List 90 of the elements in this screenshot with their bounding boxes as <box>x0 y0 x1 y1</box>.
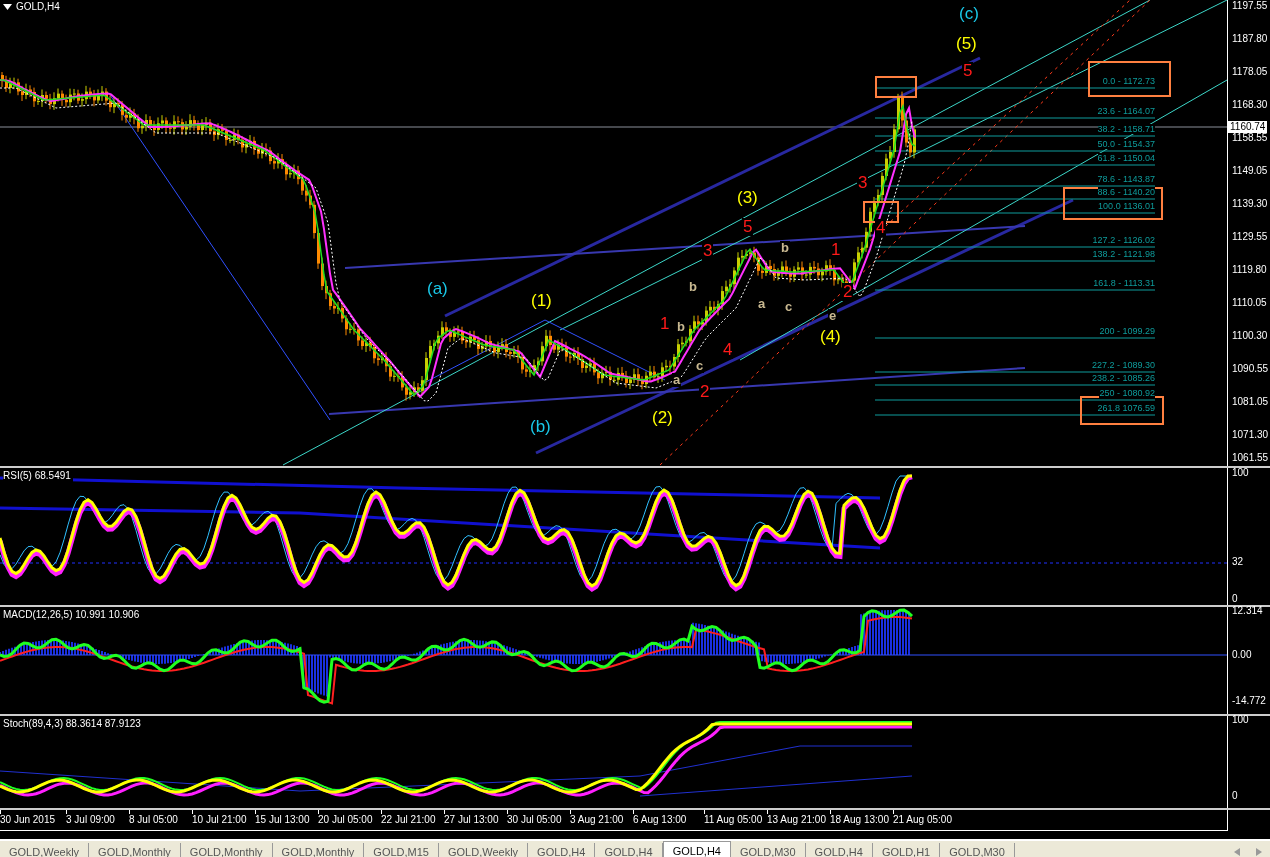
wave-label: 2 <box>842 283 854 301</box>
wave-label: (3) <box>736 189 759 207</box>
wave-label: 4 <box>722 341 734 359</box>
time-axis-label: 30 Jun 2015 <box>0 814 56 826</box>
chart-tab[interactable]: GOLD,H4 <box>595 843 663 857</box>
wave-label: 3 <box>702 242 714 260</box>
fibonacci-level-label: 88.6 - 1140.20 <box>1097 187 1155 197</box>
chart-tab[interactable]: GOLD,Weekly <box>0 843 90 857</box>
fibonacci-level-label: 0.0 - 1172.73 <box>1102 76 1155 86</box>
indicator-scale-label: 100 <box>1232 713 1249 726</box>
indicator-scale-label: 0 <box>1232 790 1238 803</box>
indicator-title: MACD(12,26,5) 10.991 10.906 <box>3 609 142 621</box>
indicator-title: Stoch(89,4,3) 88.3614 87.9123 <box>3 718 143 730</box>
wave-label: b <box>688 280 698 294</box>
fibonacci-level-label: 238.2 - 1085.26 <box>1091 373 1155 383</box>
price-axis-label: 1061.55 <box>1232 452 1269 464</box>
fibonacci-level-label: 23.6 - 1164.07 <box>1097 106 1155 116</box>
price-axis-label: 1071.30 <box>1232 429 1269 441</box>
price-axis-label: 1139.30 <box>1232 198 1268 210</box>
wave-label: 5 <box>742 218 754 236</box>
time-axis-label: 11 Aug 05:00 <box>704 814 763 826</box>
chart-tab[interactable]: GOLD,H1 <box>872 843 941 857</box>
time-axis-label: 3 Aug 21:00 <box>570 814 624 826</box>
chart-tab[interactable]: GOLD,H4 <box>662 841 731 857</box>
price-axis-label: 1149.05 <box>1232 165 1268 177</box>
wave-label: (4) <box>819 328 842 346</box>
time-axis-label: 21 Aug 05:00 <box>893 814 952 826</box>
fibonacci-level-label: 38.2 - 1158.71 <box>1097 124 1155 134</box>
wave-label: (1) <box>530 292 553 310</box>
time-axis-label: 8 Jul 05:00 <box>129 814 178 826</box>
fibonacci-level-label: 250 - 1080.92 <box>1099 388 1155 398</box>
time-axis-label: 13 Aug 21:00 <box>767 814 826 826</box>
wave-label: (c) <box>958 5 980 23</box>
fibonacci-level-label: 200 - 1099.29 <box>1099 326 1155 336</box>
chart-tab[interactable]: GOLD,Monthly <box>272 843 365 857</box>
time-axis-label: 20 Jul 05:00 <box>318 814 373 826</box>
fibonacci-level-label: 61.8 - 1150.04 <box>1097 153 1155 163</box>
price-axis-label: 1178.05 <box>1232 66 1268 78</box>
time-axis-label: 27 Jul 13:00 <box>444 814 499 826</box>
chart-tab[interactable]: GOLD,Monthly <box>89 843 181 857</box>
price-axis-label: 1129.55 <box>1232 231 1268 243</box>
time-axis-label: 18 Aug 13:00 <box>830 814 889 826</box>
fibonacci-level-label: 161.8 - 1113.31 <box>1093 278 1155 288</box>
price-axis-label: 1187.80 <box>1232 33 1268 45</box>
price-axis-label: 1168.30 <box>1232 99 1268 111</box>
chart-title: GOLD,H4 <box>16 1 60 13</box>
wave-label: 4 <box>875 219 887 237</box>
wave-label: (5) <box>955 35 978 53</box>
time-axis-label: 22 Jul 21:00 <box>381 814 436 826</box>
time-axis-label: 10 Jul 21:00 <box>192 814 247 826</box>
time-axis-label: 30 Jul 05:00 <box>507 814 562 826</box>
fibonacci-level-label: 100.0 1136.01 <box>1098 201 1155 211</box>
time-axis-label: 3 Jul 09:00 <box>66 814 115 826</box>
wave-label: (2) <box>651 409 674 427</box>
indicator-scale-label: 0.00 <box>1232 649 1252 662</box>
price-axis-label: 1081.05 <box>1232 396 1269 408</box>
fibonacci-level-label: 138.2 - 1121.98 <box>1092 249 1155 259</box>
wave-label: a <box>672 373 682 387</box>
chart-tab[interactable]: GOLD,Weekly <box>439 843 529 857</box>
indicator-scale-label: 12.314 <box>1232 605 1263 618</box>
wave-label: (a) <box>426 280 449 298</box>
fibonacci-level-label: 261.8 1076.59 <box>1097 403 1155 413</box>
indicator-scale-label: 0 <box>1232 593 1238 606</box>
price-axis-label: 1197.55 <box>1232 0 1268 12</box>
fibonacci-level-label: 78.6 - 1143.87 <box>1097 174 1155 184</box>
wave-label: b <box>676 320 686 334</box>
chart-tab[interactable]: GOLD,H4 <box>528 843 596 857</box>
time-axis-label: 15 Jul 13:00 <box>255 814 310 826</box>
price-axis-label: 1110.05 <box>1232 297 1267 309</box>
chart-tab[interactable]: GOLD,M15 <box>364 843 439 857</box>
chart-tab[interactable]: GOLD,Monthly <box>180 843 273 857</box>
price-axis-label: 1158.55 <box>1232 132 1268 144</box>
chart-tab[interactable]: GOLD,H4 <box>805 843 873 857</box>
current-price-label: 1160.74 <box>1228 121 1268 133</box>
indicator-scale-label: 32 <box>1232 556 1244 569</box>
indicator-scale-label: 100 <box>1232 467 1249 480</box>
fibonacci-level-label: 127.2 - 1126.02 <box>1092 235 1155 245</box>
time-axis-label: 6 Aug 13:00 <box>633 814 687 826</box>
price-axis-label: 1100.30 <box>1232 330 1268 342</box>
wave-label: b <box>780 241 790 255</box>
wave-label: e <box>828 309 838 323</box>
wave-label: (b) <box>529 418 552 436</box>
fibonacci-level-label: 227.2 - 1089.30 <box>1091 360 1155 370</box>
price-axis-label: 1119.80 <box>1232 264 1267 276</box>
chart-tab[interactable]: GOLD,M30 <box>940 843 1015 857</box>
indicator-title: RSI(5) 68.5491 <box>3 470 73 482</box>
fibonacci-level-label: 50.0 - 1154.37 <box>1097 139 1155 149</box>
indicator-scale-label: -14.772 <box>1232 695 1266 708</box>
price-axis-label: 1090.55 <box>1232 363 1269 375</box>
chart-tab[interactable]: GOLD,M30 <box>730 843 806 857</box>
